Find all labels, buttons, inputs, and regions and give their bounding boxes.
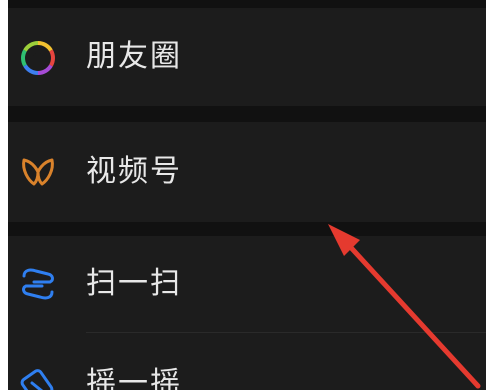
moments-icon [18,38,58,78]
menu-item-shake[interactable]: 摇一摇 [8,333,486,390]
menu-item-label: 视频号 [86,154,182,189]
section-divider [8,106,486,122]
menu-item-scan[interactable]: 扫一扫 [8,236,486,332]
menu-item-channels[interactable]: 视频号 [8,122,486,222]
scan-icon [18,264,58,304]
channels-icon [18,152,58,192]
section-divider [8,222,486,236]
shake-icon [18,365,58,390]
menu-item-label: 摇一摇 [86,366,182,390]
scan-shake-group: 扫一扫 摇一摇 [8,236,486,390]
discover-menu: 朋友圈 视频号 扫一扫 摇一摇 [8,0,486,390]
menu-item-label: 扫一扫 [86,266,182,301]
menu-item-moments[interactable]: 朋友圈 [8,8,486,106]
menu-item-label: 朋友圈 [86,39,182,74]
top-divider [8,0,486,8]
